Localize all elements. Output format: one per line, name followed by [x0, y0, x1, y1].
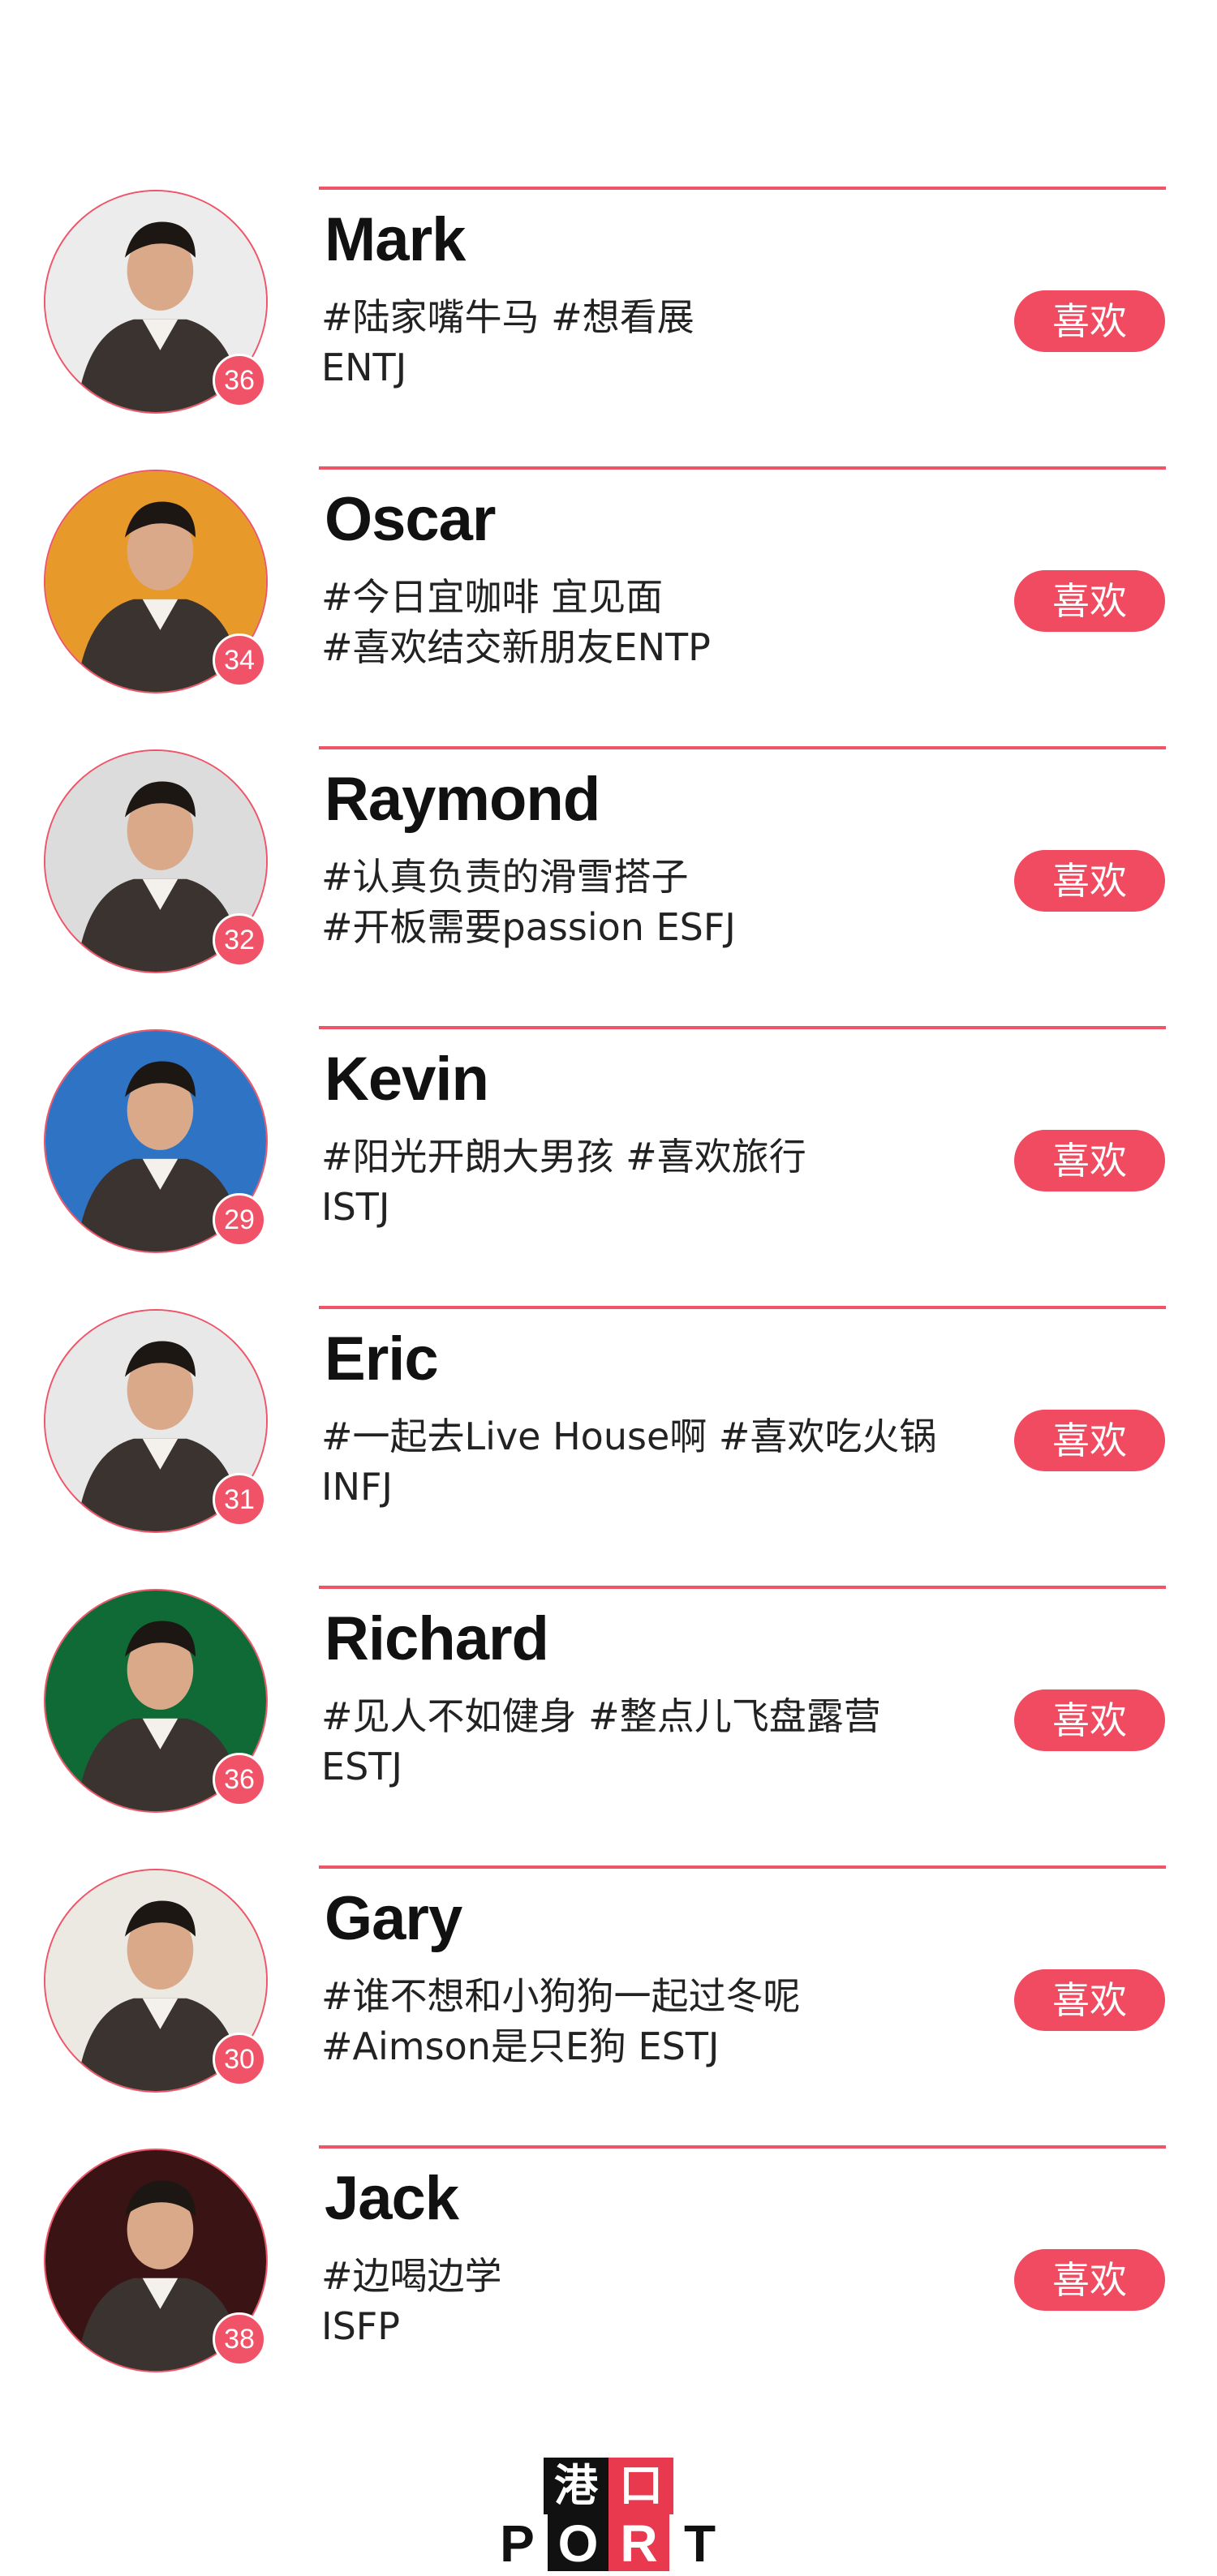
logo-char-1: 港	[544, 2458, 608, 2514]
profile-name: Mark	[325, 205, 466, 274]
age-badge: 36	[213, 1753, 266, 1806]
logo-letter-o: O	[548, 2514, 608, 2573]
like-button[interactable]: 喜欢	[1014, 1969, 1165, 2031]
like-button[interactable]: 喜欢	[1014, 1410, 1165, 1471]
tag-line-2: ESTJ	[321, 1745, 402, 1788]
tag-line-1: #认真负责的滑雪搭子	[321, 855, 689, 899]
profile-tags: #陆家嘴牛马 #想看展 ENTJ	[321, 292, 995, 393]
divider-line	[319, 1865, 1166, 1869]
divider-line	[319, 1306, 1166, 1309]
divider-line	[319, 746, 1166, 749]
profile-tags: #阳光开朗大男孩 #喜欢旅行 ISTJ	[321, 1131, 995, 1232]
like-button[interactable]: 喜欢	[1014, 1689, 1165, 1751]
logo-char-2: 口	[608, 2458, 673, 2514]
divider-line	[319, 466, 1166, 470]
divider-line	[319, 2145, 1166, 2149]
age-badge: 30	[213, 2033, 266, 2086]
profile-name: Eric	[325, 1324, 439, 1393]
logo-letter-r: R	[608, 2514, 669, 2573]
profile-tags: #边喝边学 ISFP	[321, 2251, 995, 2351]
profile-tags: #今日宜咖啡 宜见面 #喜欢结交新朋友ENTP	[321, 572, 995, 672]
tag-line-2: ISFP	[321, 2304, 400, 2348]
tag-line-1: #谁不想和小狗狗一起过冬呢	[321, 1974, 801, 2018]
age-badge: 32	[213, 913, 266, 967]
profile-card: 32 Raymond #认真负责的滑雪搭子 #开板需要passion ESFJ …	[0, 746, 1217, 1014]
avatar[interactable]: 38	[44, 2149, 268, 2372]
profile-name: Raymond	[325, 765, 600, 834]
profile-card: 30 Gary #谁不想和小狗狗一起过冬呢 #Aimson是只E狗 ESTJ 喜…	[0, 1865, 1217, 2133]
port-logo: 港 口 P O R T	[487, 2458, 730, 2573]
avatar[interactable]: 34	[44, 470, 268, 693]
profile-card: 36 Richard #见人不如健身 #整点儿飞盘露营 ESTJ 喜欢	[0, 1586, 1217, 1853]
profile-tags: #见人不如健身 #整点儿飞盘露营 ESTJ	[321, 1691, 995, 1792]
profile-card: 38 Jack #边喝边学 ISFP 喜欢	[0, 2145, 1217, 2413]
age-badge: 38	[213, 2312, 266, 2366]
avatar[interactable]: 30	[44, 1869, 268, 2093]
tag-line-2: INFJ	[321, 1465, 393, 1509]
tag-line-2: #喜欢结交新朋友ENTP	[321, 625, 711, 669]
like-button[interactable]: 喜欢	[1014, 290, 1165, 352]
logo-letter-p: P	[487, 2514, 548, 2573]
age-badge: 29	[213, 1193, 266, 1247]
avatar[interactable]: 36	[44, 1589, 268, 1813]
tag-line-2: ISTJ	[321, 1185, 390, 1229]
profile-name: Richard	[325, 1604, 549, 1673]
tag-line-2: #开板需要passion ESFJ	[321, 905, 736, 949]
profile-card: 34 Oscar #今日宜咖啡 宜见面 #喜欢结交新朋友ENTP 喜欢	[0, 466, 1217, 734]
tag-line-1: #一起去Live House啊 #喜欢吃火锅	[321, 1415, 937, 1458]
profile-name: Gary	[325, 1884, 462, 1953]
like-button[interactable]: 喜欢	[1014, 2249, 1165, 2311]
age-badge: 36	[213, 354, 266, 407]
divider-line	[319, 187, 1166, 190]
divider-line	[319, 1586, 1166, 1589]
tag-line-2: ENTJ	[321, 346, 407, 389]
age-badge: 31	[213, 1473, 266, 1526]
tag-line-1: #边喝边学	[321, 2254, 502, 2298]
profile-card: 29 Kevin #阳光开朗大男孩 #喜欢旅行 ISTJ 喜欢	[0, 1026, 1217, 1294]
logo-letter-t: T	[669, 2514, 730, 2573]
like-button[interactable]: 喜欢	[1014, 850, 1165, 912]
profile-name: Jack	[325, 2164, 459, 2233]
like-button[interactable]: 喜欢	[1014, 1130, 1165, 1191]
tag-line-1: #陆家嘴牛马 #想看展	[321, 295, 695, 339]
profile-tags: #一起去Live House啊 #喜欢吃火锅 INFJ	[321, 1411, 995, 1512]
tag-line-1: #见人不如健身 #整点儿飞盘露营	[321, 1694, 881, 1738]
like-button[interactable]: 喜欢	[1014, 570, 1165, 632]
divider-line	[319, 1026, 1166, 1029]
tag-line-1: #今日宜咖啡 宜见面	[321, 575, 664, 619]
profile-name: Oscar	[325, 485, 496, 554]
profile-tags: #认真负责的滑雪搭子 #开板需要passion ESFJ	[321, 852, 995, 952]
profile-card: 31 Eric #一起去Live House啊 #喜欢吃火锅 INFJ 喜欢	[0, 1306, 1217, 1574]
profile-card: 36 Mark #陆家嘴牛马 #想看展 ENTJ 喜欢	[0, 187, 1217, 454]
avatar[interactable]: 32	[44, 749, 268, 973]
profile-tags: #谁不想和小狗狗一起过冬呢 #Aimson是只E狗 ESTJ	[321, 1971, 995, 2072]
avatar[interactable]: 31	[44, 1309, 268, 1533]
tag-line-2: #Aimson是只E狗 ESTJ	[321, 2024, 720, 2068]
tag-line-1: #阳光开朗大男孩 #喜欢旅行	[321, 1135, 806, 1179]
avatar[interactable]: 36	[44, 190, 268, 414]
avatar[interactable]: 29	[44, 1029, 268, 1253]
age-badge: 34	[213, 633, 266, 687]
profile-name: Kevin	[325, 1045, 489, 1114]
